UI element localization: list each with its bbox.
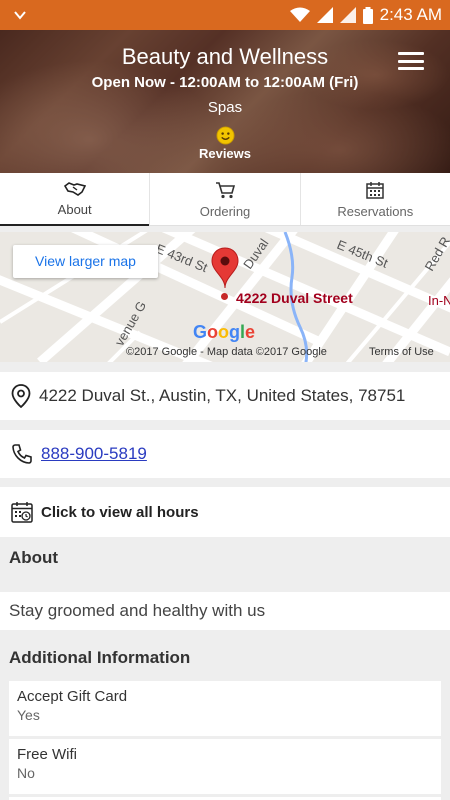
calendar-clock-icon [11,501,33,523]
info-item-value: No [17,765,35,781]
info-item-value: Yes [17,707,40,723]
location-map[interactable]: E 43rd St Duval E 45th St Red R In-N ven… [0,232,450,362]
reviews-link[interactable]: Reviews [0,126,450,161]
reviews-label: Reviews [198,146,252,161]
phone-icon [11,443,33,465]
cart-icon [215,182,235,199]
map-pin-label: 4222 Duval Street [236,290,353,306]
additional-info-heading: Additional Information [9,648,191,667]
place-label-innout: In-N [428,293,450,308]
clock: 2:43 AM [379,5,442,24]
google-logo: Google [193,322,256,342]
info-item-gift-card: Accept Gift Card Yes [9,681,441,736]
map-terms-link[interactable]: Terms of Use [369,346,434,358]
tab-ordering[interactable]: Ordering [150,173,301,225]
view-all-hours-link: Click to view all hours [41,503,199,521]
hamburger-menu-icon[interactable] [398,52,424,70]
system-tray: 2:43 AM [289,5,442,25]
calendar-icon [366,182,385,199]
info-item-label: Accept Gift Card [17,688,128,705]
tab-ordering-label: Ordering [199,204,251,219]
phone-row: 888-900-5819 [0,430,450,478]
street-label-red: Red R [422,234,450,273]
wifi-icon [289,7,310,22]
map-pin-dot [221,293,228,300]
address-text: 4222 Duval St., Austin, TX, United State… [39,386,406,405]
tab-reservations-label: Reservations [337,204,414,219]
about-text: Stay groomed and healthy with us [0,592,450,630]
signal-icon-2 [339,7,356,23]
battery-icon [362,6,373,24]
map-copyright: ©2017 Google - Map data ©2017 Google [126,346,327,358]
signal-icon [316,7,333,23]
open-hours: Open Now - 12:00AM to 12:00AM (Fri) [91,74,359,91]
business-category: Spas [207,99,243,116]
status-bar: 2:43 AM [0,0,450,30]
hours-row[interactable]: Click to view all hours [0,487,450,537]
info-item-label: Free Wifi [17,746,77,763]
tab-bar: About Ordering Reservations [0,173,450,226]
about-heading: About [9,548,59,567]
header-banner: Beauty and Wellness Open Now - 12:00AM t… [0,30,450,173]
tab-about[interactable]: About [0,173,151,226]
view-larger-map-button[interactable]: View larger map [13,245,158,278]
tab-about-label: About [57,202,92,217]
location-pin-icon [11,384,31,408]
app-notification-icon [14,11,26,20]
handshake-icon [63,182,86,196]
smiley-icon [215,126,235,145]
address-row[interactable]: 4222 Duval St., Austin, TX, United State… [0,372,450,420]
tab-reservations[interactable]: Reservations [301,173,450,225]
info-item-free-wifi: Free Wifi No [9,739,441,794]
business-title: Beauty and Wellness [121,44,329,69]
phone-link[interactable]: 888-900-5819 [41,444,147,464]
map-pin-icon[interactable] [211,247,239,289]
